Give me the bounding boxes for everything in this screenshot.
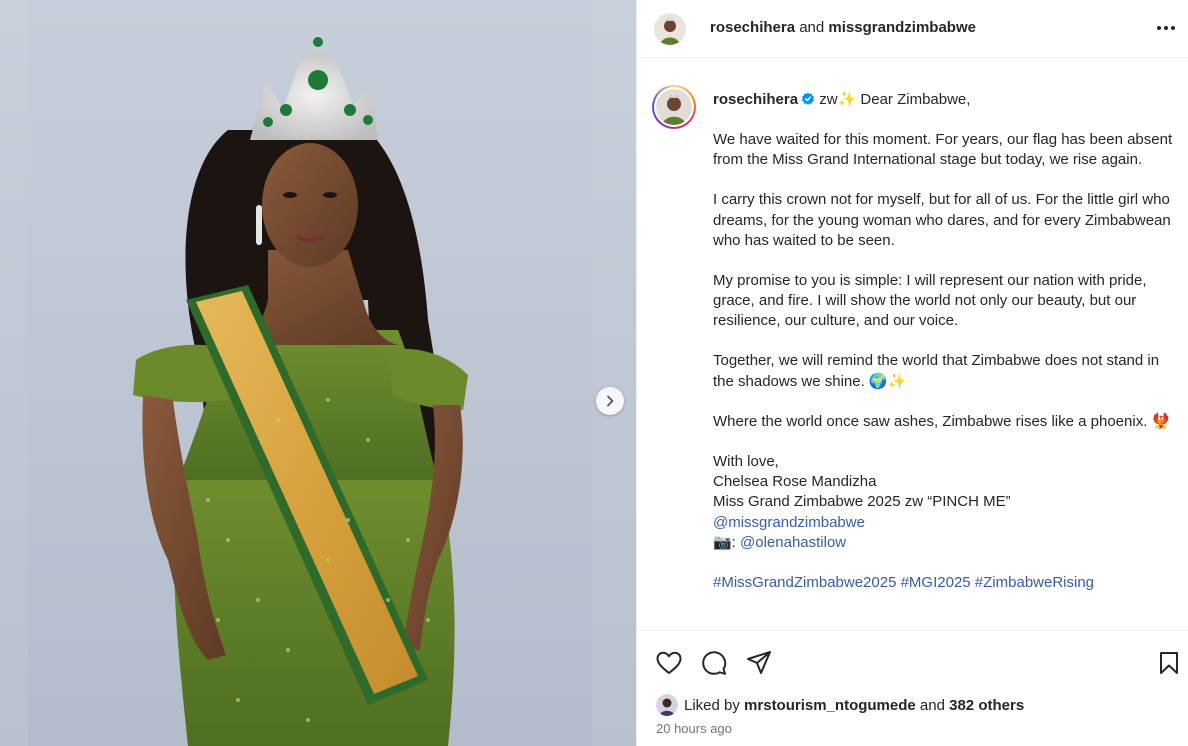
caption-signoff: With love, <box>713 452 779 470</box>
caption-paragraph: My promise to you is simple: I will repr… <box>713 271 1147 330</box>
liker-avatar[interactable] <box>656 694 678 716</box>
post-actions: Liked by mrstourism_ntogumede and 382 ot… <box>637 630 1188 746</box>
likes-prefix: Liked by <box>684 696 740 714</box>
pageant-portrait-image <box>133 37 468 746</box>
caption-paragraph: I carry this crown not for myself, but f… <box>713 191 1171 249</box>
likes-summary: Liked by mrstourism_ntogumede and 382 ot… <box>656 694 1024 716</box>
heart-icon <box>656 651 682 674</box>
verified-badge-icon <box>801 92 815 105</box>
likes-others[interactable]: 382 others <box>949 697 1024 714</box>
post-caption: rosechihera zw✨ Dear Zimbabwe, We have w… <box>713 90 1175 593</box>
caption-paragraph: We have waited for this moment. For year… <box>713 130 1173 169</box>
caption-name: Chelsea Rose Mandizha <box>713 472 877 490</box>
photographer-link[interactable]: @olenahastilow <box>740 534 846 551</box>
post-header: rosechihera and missgrandzimbabwe <box>637 0 1188 58</box>
caption-prefix: zw✨ <box>819 91 857 108</box>
comment-icon <box>702 651 727 675</box>
author-link-1[interactable]: rosechihera <box>710 19 795 36</box>
post-photo <box>28 0 592 746</box>
caption-username[interactable]: rosechihera <box>713 91 798 108</box>
author-link-2[interactable]: missgrandzimbabwe <box>828 19 976 36</box>
share-button[interactable] <box>745 649 773 677</box>
mention-link[interactable]: @missgrandzimbabwe <box>713 514 865 531</box>
caption-avatar[interactable] <box>652 85 696 129</box>
caption-greeting: Dear Zimbabwe, <box>860 91 971 108</box>
caption-tagline: Miss Grand Zimbabwe 2025 zw “PINCH ME” <box>713 493 1011 511</box>
authors-joiner: and <box>799 19 825 36</box>
more-options-button[interactable] <box>1154 16 1178 40</box>
like-button[interactable] <box>655 649 683 677</box>
post-authors: rosechihera and missgrandzimbabwe <box>710 19 976 36</box>
caption-paragraph: Where the world once saw ashes, Zimbabwe… <box>713 412 1171 430</box>
hashtags[interactable]: #MissGrandZimbabwe2025 #MGI2025 #Zimbabw… <box>713 573 1175 593</box>
header-avatar[interactable] <box>654 13 686 45</box>
send-icon <box>747 651 771 674</box>
post-side-panel: rosechihera and missgrandzimbabwe rosech… <box>636 0 1188 746</box>
chevron-right-icon <box>607 395 614 407</box>
camera-emoji: 📷: <box>713 533 741 551</box>
comment-button[interactable] <box>700 649 728 677</box>
bookmark-icon <box>1160 652 1178 674</box>
next-image-button[interactable] <box>596 387 624 415</box>
post-media[interactable] <box>0 0 636 746</box>
post-timestamp[interactable]: 20 hours ago <box>656 721 732 736</box>
caption-signature: With love, Chelsea Rose Mandizha Miss Gr… <box>713 452 1175 553</box>
more-icon <box>1157 26 1175 30</box>
liker-username[interactable]: mrstourism_ntogumede <box>744 697 916 714</box>
caption-scroll-area[interactable]: rosechihera zw✨ Dear Zimbabwe, We have w… <box>637 70 1188 630</box>
save-button[interactable] <box>1155 649 1183 677</box>
caption-paragraph: Together, we will remind the world that … <box>713 352 1160 390</box>
likes-joiner: and <box>919 696 945 714</box>
